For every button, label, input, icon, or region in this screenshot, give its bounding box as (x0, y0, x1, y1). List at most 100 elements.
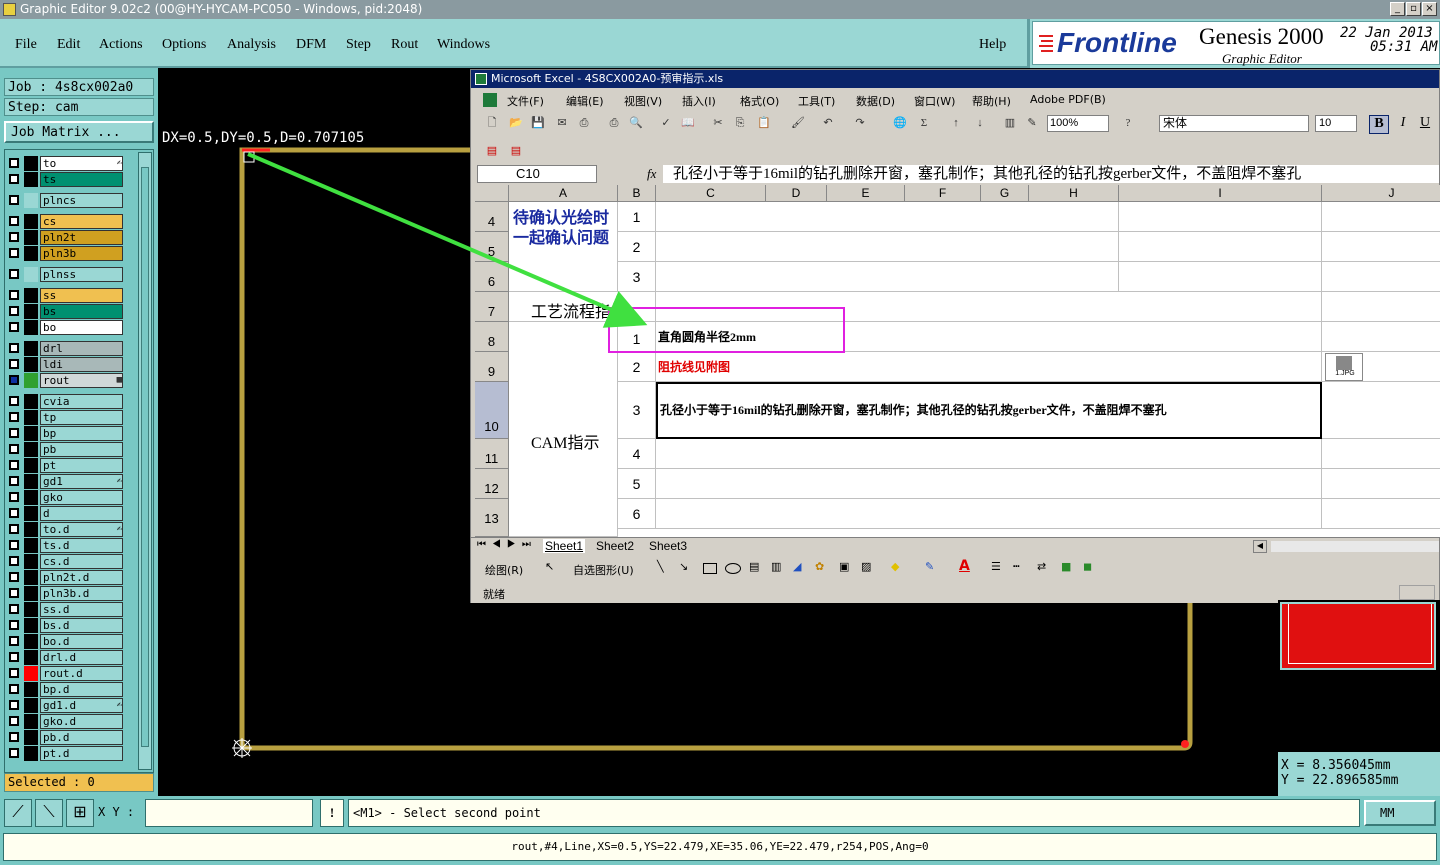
layer-name[interactable]: ss.d (40, 602, 123, 617)
font-color-icon[interactable]: A (959, 558, 970, 574)
sheet-tab-1[interactable]: Sheet1 (543, 539, 586, 553)
layer-name[interactable]: pb.d (40, 730, 123, 745)
close-button[interactable]: × (1422, 2, 1437, 16)
cut-icon[interactable]: ✂ (709, 114, 727, 132)
rectangle-icon[interactable] (703, 563, 717, 574)
units-select[interactable]: MM (1364, 800, 1436, 826)
cell-i4[interactable] (1119, 202, 1322, 232)
cell-b13[interactable]: 6 (618, 499, 656, 529)
open-icon[interactable]: 📂 (507, 114, 525, 132)
menu-edit[interactable]: Edit (57, 37, 80, 53)
cell-b10[interactable]: 3 (618, 382, 656, 439)
select-all-corner[interactable] (475, 185, 509, 202)
layer-row-ts-d[interactable]: ts.d (6, 538, 124, 553)
layer-color-swatch[interactable] (24, 698, 38, 713)
layer-checkbox[interactable] (9, 174, 19, 184)
layer-name[interactable]: gko.d (40, 714, 123, 729)
layer-color-swatch[interactable] (24, 426, 38, 441)
bold-button[interactable]: B (1369, 115, 1389, 134)
column-header-e[interactable]: E (827, 185, 905, 202)
layer-checkbox[interactable] (9, 604, 19, 614)
excel-menu-data[interactable]: 数据(D) (856, 93, 895, 109)
layer-checkbox[interactable] (9, 248, 19, 258)
excel-menu-format[interactable]: 格式(O) (740, 93, 779, 109)
layer-name[interactable]: cs.d (40, 554, 123, 569)
print-preview-icon[interactable]: 🔍 (627, 114, 645, 132)
layer-checkbox[interactable] (9, 460, 19, 470)
layer-name[interactable]: bo.d (40, 634, 123, 649)
row-header-7[interactable]: 7 (475, 292, 509, 322)
layer-row-pln2t[interactable]: pln2t (6, 230, 124, 245)
select-objects-icon[interactable]: ↖ (545, 560, 554, 573)
cell-j11[interactable] (1322, 439, 1440, 469)
layer-color-swatch[interactable] (24, 650, 38, 665)
horizontal-scrollbar[interactable] (1271, 541, 1439, 552)
layer-checkbox[interactable] (9, 716, 19, 726)
clipart-icon[interactable]: ▣ (839, 560, 849, 573)
layer-name[interactable]: pln2t.d (40, 570, 123, 585)
layer-checkbox[interactable] (9, 508, 19, 518)
layer-checkbox[interactable] (9, 195, 19, 205)
layer-color-swatch[interactable] (24, 554, 38, 569)
row-header-11[interactable]: 11 (475, 439, 509, 469)
underline-button[interactable]: U (1415, 115, 1435, 134)
layer-row-pb[interactable]: pb (6, 442, 124, 457)
menu-actions[interactable]: Actions (99, 37, 143, 53)
layer-row-ss-d[interactable]: ss.d (6, 602, 124, 617)
cell-a-cam[interactable]: CAM指示 (509, 322, 618, 537)
layer-checkbox[interactable] (9, 700, 19, 710)
column-header-b[interactable]: B (618, 185, 656, 202)
layer-row-gko[interactable]: gko (6, 490, 124, 505)
cell-c13[interactable] (656, 499, 1322, 529)
layer-checkbox[interactable] (9, 412, 19, 422)
cell-b4[interactable]: 1 (618, 202, 656, 232)
layer-row-to[interactable]: to ✍ (6, 156, 124, 171)
layer-name[interactable]: cs (40, 214, 123, 229)
picture-icon[interactable]: ▨ (861, 560, 871, 573)
permission-icon[interactable]: ✉ (553, 114, 571, 132)
layer-checkbox[interactable] (9, 540, 19, 550)
layer-color-swatch[interactable] (24, 634, 38, 649)
layer-name[interactable]: pt.d (40, 746, 123, 761)
layer-name[interactable]: pln2t (40, 230, 123, 245)
row-header-8[interactable]: 8 (475, 322, 509, 352)
cell-c5[interactable] (656, 232, 1119, 262)
layer-checkbox[interactable] (9, 232, 19, 242)
undo-icon[interactable]: ↶ (819, 114, 837, 132)
excel-menu-help[interactable]: 帮助(H) (972, 93, 1011, 109)
layer-checkbox[interactable] (9, 322, 19, 332)
cell-c12[interactable] (656, 469, 1322, 499)
layer-color-swatch[interactable] (24, 267, 38, 282)
cell-b9[interactable]: 2 (618, 352, 656, 382)
cell-b11[interactable]: 4 (618, 439, 656, 469)
menu-step[interactable]: Step (346, 37, 371, 53)
cell-c4[interactable] (656, 202, 1119, 232)
menu-file[interactable]: File (15, 37, 37, 53)
layer-color-swatch[interactable] (24, 442, 38, 457)
layer-color-swatch[interactable] (24, 474, 38, 489)
layer-color-swatch[interactable] (24, 156, 38, 171)
cell-j6[interactable] (1322, 262, 1440, 292)
snap-icon[interactable]: ⟋ (4, 799, 32, 827)
layer-color-swatch[interactable] (24, 506, 38, 521)
redo-icon[interactable]: ↷ (851, 114, 869, 132)
layer-row-ldi[interactable]: ldi (6, 357, 124, 372)
layer-color-swatch[interactable] (24, 538, 38, 553)
excel-menu-view[interactable]: 视图(V) (624, 93, 662, 109)
cell-b12[interactable]: 5 (618, 469, 656, 499)
layer-name[interactable]: tp (40, 410, 123, 425)
layer-name[interactable]: pln3b.d (40, 586, 123, 601)
layer-checkbox[interactable] (9, 492, 19, 502)
layer-row-tp[interactable]: tp (6, 410, 124, 425)
menu-windows[interactable]: Windows (437, 37, 490, 53)
column-header-a[interactable]: A (509, 185, 618, 202)
sheet-nav-icon[interactable]: ⏮◀▶⏭ (477, 539, 537, 550)
dash-style-icon[interactable]: ┅ (1013, 560, 1020, 573)
layer-color-swatch[interactable] (24, 586, 38, 601)
layer-color-swatch[interactable] (24, 304, 38, 319)
arrow-icon[interactable]: ↘ (679, 560, 688, 573)
layer-color-swatch[interactable] (24, 714, 38, 729)
layer-name[interactable]: gko (40, 490, 123, 505)
layer-checkbox[interactable] (9, 748, 19, 758)
layer-row-bo[interactable]: bo (6, 320, 124, 335)
